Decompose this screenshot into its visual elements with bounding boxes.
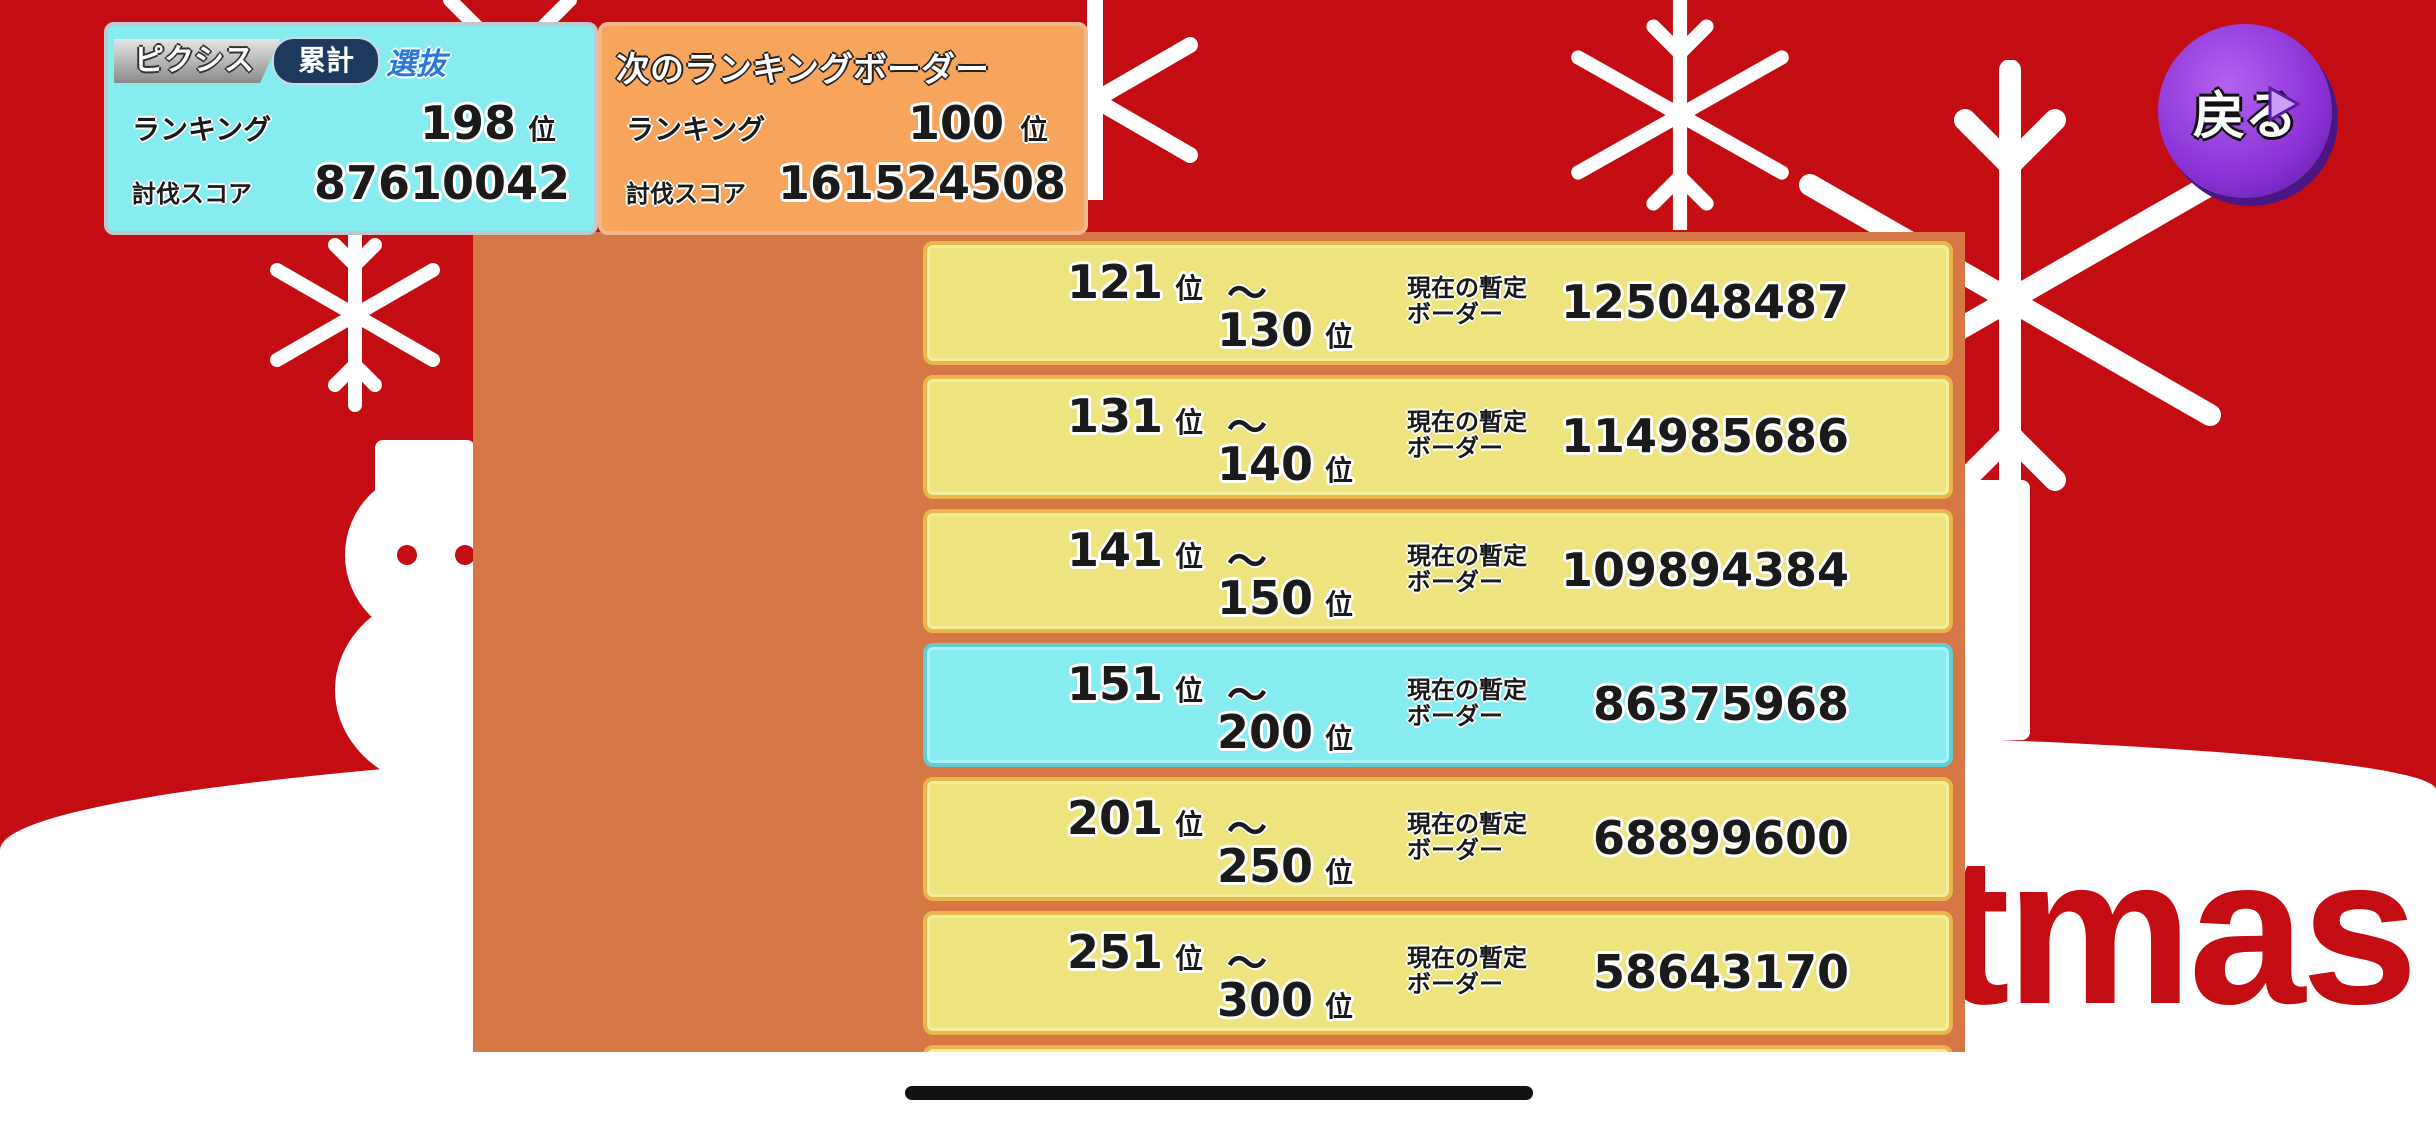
snowman-eye (455, 545, 475, 565)
ranking-border-row[interactable]: 251 位 ～ 300 位 現在の暫定ボーダー 58643170 (923, 911, 1953, 1035)
total-tag: 累計 (272, 37, 381, 85)
next-score-label: 討伐スコア (626, 180, 746, 208)
provisional-border-label: 現在の暫定ボーダー (1407, 408, 1527, 462)
snowflake-icon (270, 218, 440, 412)
rank-from: 251 位 (1067, 925, 1204, 979)
ranking-border-list[interactable]: 120位 ボーダー 121位 ～ 130位 現在の暫定ボーダー 12504848… (923, 232, 1953, 1052)
provisional-border-score: 58643170 (1592, 945, 1849, 999)
character-tag-row: ピクシス 累計 選抜 (114, 36, 446, 86)
rank-from: 151 位 (1067, 657, 1204, 711)
provisional-border-label: 現在の暫定ボーダー (1407, 944, 1527, 998)
ranking-border-row[interactable] (923, 1045, 1953, 1052)
provisional-border-label: 現在の暫定ボーダー (1407, 274, 1527, 328)
ranking-border-row[interactable]: 201 位 ～ 250 位 現在の暫定ボーダー 68899600 (923, 777, 1953, 901)
rank-to: 200 位 (1217, 705, 1354, 759)
provisional-border-score: 109894384 (1560, 543, 1849, 597)
rank-from: 201 位 (1067, 791, 1204, 845)
next-border-title: 次のランキングボーダー (616, 50, 989, 90)
score-label: 討伐スコア (132, 180, 252, 208)
rank-from: 131 位 (1067, 389, 1204, 443)
rank-from: 121 位 (1067, 255, 1204, 309)
arrow-right-icon (2268, 85, 2302, 123)
provisional-border-score: 86375968 (1592, 677, 1849, 731)
home-indicator[interactable] (905, 1086, 1533, 1100)
next-ranking-value: 100 (908, 96, 1005, 150)
rank-from: 141 位 (1067, 523, 1204, 577)
next-score-value: 161524508 (778, 156, 1067, 210)
next-ranking-unit: 位 (1020, 113, 1049, 146)
score-value: 87610042 (314, 156, 571, 210)
provisional-border-label: 現在の暫定ボーダー (1407, 542, 1527, 596)
rank-to: 150 位 (1217, 571, 1354, 625)
rank-to: 140 位 (1217, 437, 1354, 491)
ranking-border-row[interactable]: 141 位 ～ 150 位 現在の暫定ボーダー 109894384 (923, 509, 1953, 633)
rank-to: 250 位 (1217, 839, 1354, 893)
provisional-border-label: 現在の暫定ボーダー (1407, 676, 1527, 730)
ranking-border-row[interactable]: 151 位 ～ 200 位 現在の暫定ボーダー 86375968 (923, 643, 1953, 767)
ranking-label: ランキング (132, 113, 272, 146)
snowman-eye (397, 545, 417, 565)
snowflake-icon (1571, 0, 1789, 230)
character-name-tag: ピクシス (114, 39, 280, 83)
provisional-border-label: 現在の暫定ボーダー (1407, 810, 1527, 864)
ranking-unit: 位 (528, 113, 557, 146)
ranking-value: 198 (420, 96, 517, 150)
rank-to: 130 位 (1217, 303, 1354, 357)
ranking-border-row[interactable]: 121 位 ～ 130 位 現在の暫定ボーダー 125048487 (923, 241, 1953, 365)
ranking-border-row[interactable]: 131 位 ～ 140 位 現在の暫定ボーダー 114985686 (923, 375, 1953, 499)
background-banner-text: tmas (1940, 813, 2418, 1048)
rank-to: 300 位 (1217, 973, 1354, 1027)
select-tag: 選抜 (386, 47, 447, 82)
provisional-border-score: 125048487 (1560, 275, 1849, 329)
next-ranking-label: ランキング (626, 113, 766, 146)
back-button[interactable]: 戻る (2158, 24, 2332, 198)
my-ranking-card: ピクシス 累計 選抜 ランキング 198 位 討伐スコア 87610042 (104, 22, 598, 235)
next-ranking-border-card: 次のランキングボーダー ランキング 100 位 討伐スコア 161524508 (598, 22, 1088, 235)
ranking-border-panel[interactable]: 120位 ボーダー 121位 ～ 130位 現在の暫定ボーダー 12504848… (473, 232, 1965, 1052)
provisional-border-score: 114985686 (1560, 409, 1849, 463)
provisional-border-score: 68899600 (1592, 811, 1849, 865)
